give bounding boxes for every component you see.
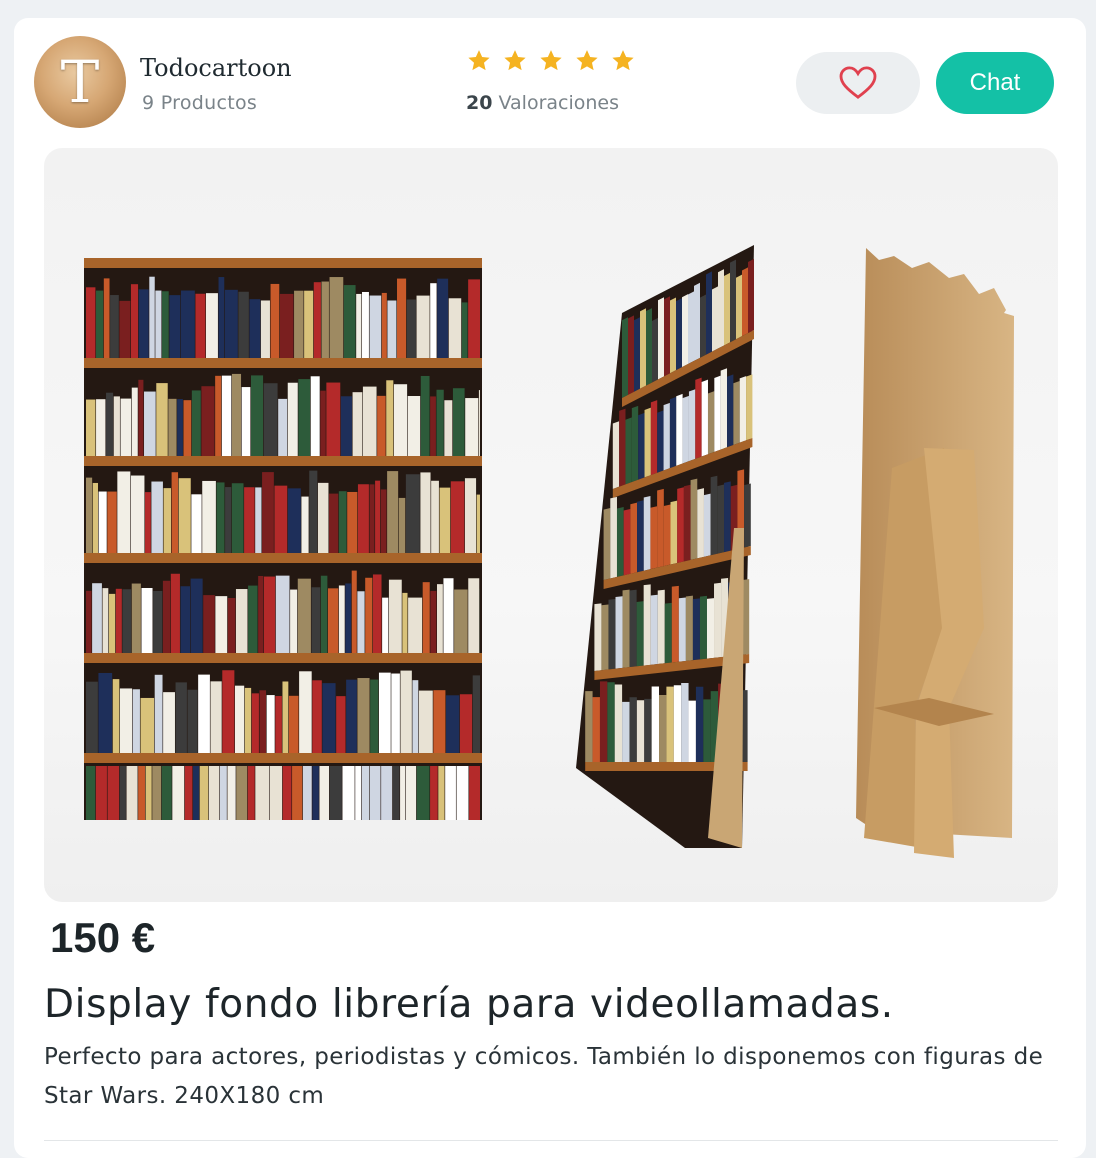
heart-icon (839, 66, 877, 100)
chat-button[interactable]: Chat (936, 52, 1054, 114)
bookshelf-display-photo (44, 148, 1058, 902)
seller-avatar[interactable]: T (34, 36, 126, 128)
price: 150 € (50, 914, 155, 962)
favorite-button[interactable] (796, 52, 920, 114)
product-card: T Todocartoon 9 Productos 20 Valoracione… (14, 18, 1086, 1158)
divider (44, 1140, 1058, 1141)
product-title: Display fondo librería para videollamada… (44, 982, 1074, 1027)
ratings-label: Valoraciones (499, 92, 620, 114)
star-icon (502, 48, 528, 74)
star-icon (466, 48, 492, 74)
seller-name[interactable]: Todocartoon (140, 54, 292, 82)
star-icon (574, 48, 600, 74)
star-icon (538, 48, 564, 74)
seller-products-count[interactable]: 9 Productos (142, 92, 257, 114)
ratings-summary[interactable]: 20 Valoraciones (466, 92, 619, 114)
rating-stars (466, 48, 636, 74)
product-image[interactable] (44, 148, 1058, 902)
product-description: Perfecto para actores, periodistas y cóm… (44, 1038, 1044, 1116)
ratings-count: 20 (466, 92, 492, 114)
avatar-letter: T (34, 36, 126, 128)
star-icon (610, 48, 636, 74)
